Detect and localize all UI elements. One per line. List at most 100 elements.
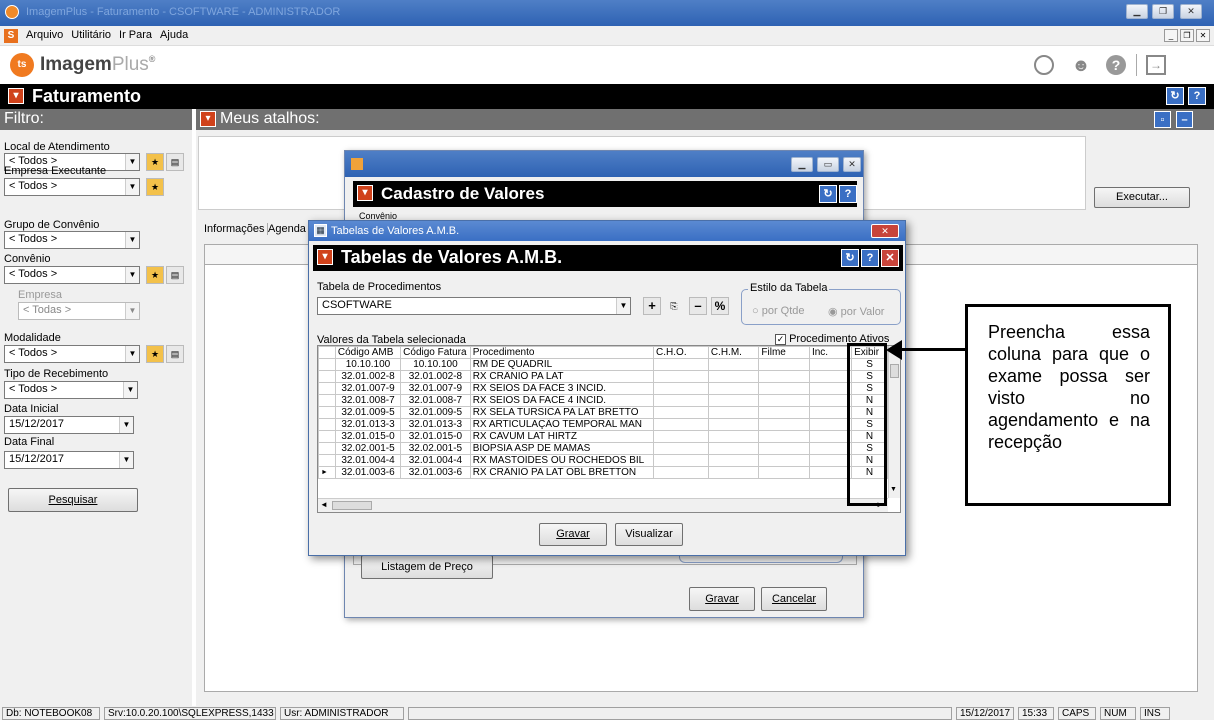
row-selector[interactable] [318, 358, 336, 371]
column-header[interactable]: C.H.O. [653, 346, 709, 359]
table-cell[interactable] [653, 394, 709, 407]
row-selector[interactable] [318, 370, 336, 383]
table-cell[interactable]: 32.02.001-5 [334, 442, 402, 455]
table-cell[interactable]: RX CRÂNIO PA LAT OBL BRETTON [469, 466, 655, 479]
table-cell[interactable] [653, 418, 709, 431]
refresh-icon[interactable]: ↻ [1166, 87, 1184, 105]
por-valor-radio[interactable]: ◉ por Valor [828, 305, 884, 318]
refresh-icon[interactable]: ↻ [841, 249, 859, 267]
scroll-down-icon[interactable]: ▼ [890, 486, 897, 493]
table-cell[interactable] [758, 358, 810, 371]
remove-button[interactable]: – [689, 297, 707, 315]
row-selector[interactable] [318, 430, 336, 443]
shortcuts-icon[interactable]: ▾ [200, 111, 216, 127]
table-row[interactable]: 10.10.100 10.10.100 RM DE QUADRIL S [318, 358, 888, 371]
table-row[interactable]: 32.02.001-5 32.02.001-5 BIOPSIA ASP DE MAM… [318, 442, 888, 455]
star-icon[interactable]: ★ [146, 266, 164, 284]
table-cell[interactable] [808, 382, 853, 395]
table-row[interactable]: 32.01.009-5 32.01.009-5 RX SELA TURSICA PA… [318, 406, 888, 419]
pesquisar-button[interactable]: Pesquisar [8, 488, 138, 512]
h-scroll-thumb[interactable] [332, 501, 372, 510]
table-cell[interactable]: 32.01.007-9 [334, 382, 402, 395]
table-cell[interactable]: 32.01.015-0 [334, 430, 402, 443]
table-cell[interactable] [653, 454, 709, 467]
table-cell[interactable] [707, 382, 760, 395]
add-button[interactable]: + [643, 297, 661, 315]
table-cell[interactable] [653, 442, 709, 455]
table-cell[interactable] [808, 418, 853, 431]
help-button[interactable]: ? [839, 185, 857, 203]
menu-arquivo[interactable]: Arquivo [22, 26, 67, 44]
table-cell[interactable] [758, 454, 810, 467]
list-icon[interactable]: ▤ [166, 345, 184, 363]
table-cell[interactable] [653, 466, 709, 479]
table-cell[interactable]: 10.10.100 [400, 358, 471, 371]
list-icon[interactable]: ▤ [166, 266, 184, 284]
table-cell[interactable] [653, 430, 709, 443]
table-cell[interactable] [808, 406, 853, 419]
row-selector[interactable]: ► [318, 466, 336, 479]
column-header[interactable]: Procedimento [469, 346, 655, 359]
table-row[interactable]: 32.01.004-4 32.01.004-4 RX MASTOÍDES OU RO… [318, 454, 888, 467]
menu-utilitario[interactable]: Utilitário [67, 26, 115, 44]
mdi-minimize-button[interactable]: _ [1164, 29, 1178, 42]
menu-ir-para[interactable]: Ir Para [115, 26, 156, 44]
close-icon[interactable]: ✕ [881, 249, 899, 267]
cadastro-minimize-button[interactable]: ▁ [791, 157, 813, 172]
table-cell[interactable] [758, 442, 810, 455]
window-tile-icon[interactable]: ▫ [1154, 111, 1171, 128]
table-cell[interactable]: RX CAVUM LAT HIRTZ [469, 430, 655, 443]
table-cell[interactable] [707, 466, 760, 479]
table-cell[interactable]: 32.01.002-8 [400, 370, 471, 383]
column-header[interactable]: Inc. [808, 346, 853, 359]
mdi-restore-button[interactable]: ❐ [1180, 29, 1194, 42]
table-cell[interactable]: RX CRÂNIO PA LAT [469, 370, 655, 383]
table-cell[interactable] [808, 466, 853, 479]
cadastro-gravar-button[interactable]: Gravar [689, 587, 755, 611]
help-button[interactable]: ? [1188, 87, 1206, 105]
table-cell[interactable]: RM DE QUADRIL [469, 358, 655, 371]
table-cell[interactable]: 32.01.003-6 [400, 466, 471, 479]
table-cell[interactable]: RX MASTOÍDES OU ROCHEDOS BIL [469, 454, 655, 467]
table-cell[interactable] [707, 418, 760, 431]
menu-ajuda[interactable]: Ajuda [156, 26, 192, 44]
column-header[interactable]: Código Fatura [400, 346, 471, 359]
row-selector[interactable] [318, 454, 336, 467]
column-header[interactable]: Filme [758, 346, 810, 359]
grupo-select[interactable]: < Todos > ▼ [4, 231, 140, 249]
table-cell[interactable]: 32.02.001-5 [400, 442, 471, 455]
column-header[interactable]: C.H.M. [707, 346, 760, 359]
table-cell[interactable] [808, 358, 853, 371]
table-cell[interactable] [758, 418, 810, 431]
row-selector[interactable] [318, 406, 336, 419]
tab-informacoes[interactable]: Informações [202, 223, 268, 235]
table-cell[interactable]: 10.10.100 [334, 358, 402, 371]
empresa-exec-select[interactable]: < Todos > ▼ [4, 178, 140, 196]
table-cell[interactable] [808, 454, 853, 467]
table-cell[interactable] [758, 382, 810, 395]
cadastro-cancelar-button[interactable]: Cancelar [761, 587, 827, 611]
row-selector[interactable] [318, 442, 336, 455]
minimize-button[interactable]: ▁ [1126, 4, 1148, 19]
scroll-thumb[interactable] [890, 364, 899, 378]
table-row[interactable]: ► 32.01.003-6 32.01.003-6 RX CRÂNIO PA LAT … [318, 466, 888, 479]
row-selector[interactable] [318, 418, 336, 431]
table-cell[interactable]: 32.01.002-8 [334, 370, 402, 383]
tipo-select[interactable]: < Todos > ▼ [4, 381, 138, 399]
table-cell[interactable] [758, 430, 810, 443]
table-cell[interactable] [707, 430, 760, 443]
visualizar-button[interactable]: Visualizar [615, 523, 683, 546]
modalidade-select[interactable]: < Todos > ▼ [4, 345, 140, 363]
table-cell[interactable] [808, 430, 853, 443]
table-cell[interactable]: RX ARTICULAÇÃO TEMPORAL MAN [469, 418, 655, 431]
table-cell[interactable]: 32.01.003-6 [334, 466, 402, 479]
table-cell[interactable] [653, 382, 709, 395]
table-cell[interactable]: 32.01.004-4 [400, 454, 471, 467]
horizontal-scrollbar[interactable]: ◄ ► [318, 498, 888, 512]
cadastro-close-button[interactable]: ✕ [843, 157, 861, 172]
table-row[interactable]: 32.01.002-8 32.01.002-8 RX CRÂNIO PA LAT S [318, 370, 888, 383]
table-cell[interactable]: 32.01.008-7 [334, 394, 402, 407]
help-icon[interactable]: ? [1106, 55, 1126, 75]
table-cell[interactable] [758, 394, 810, 407]
tabela-select[interactable]: CSOFTWARE ▼ [317, 297, 631, 315]
